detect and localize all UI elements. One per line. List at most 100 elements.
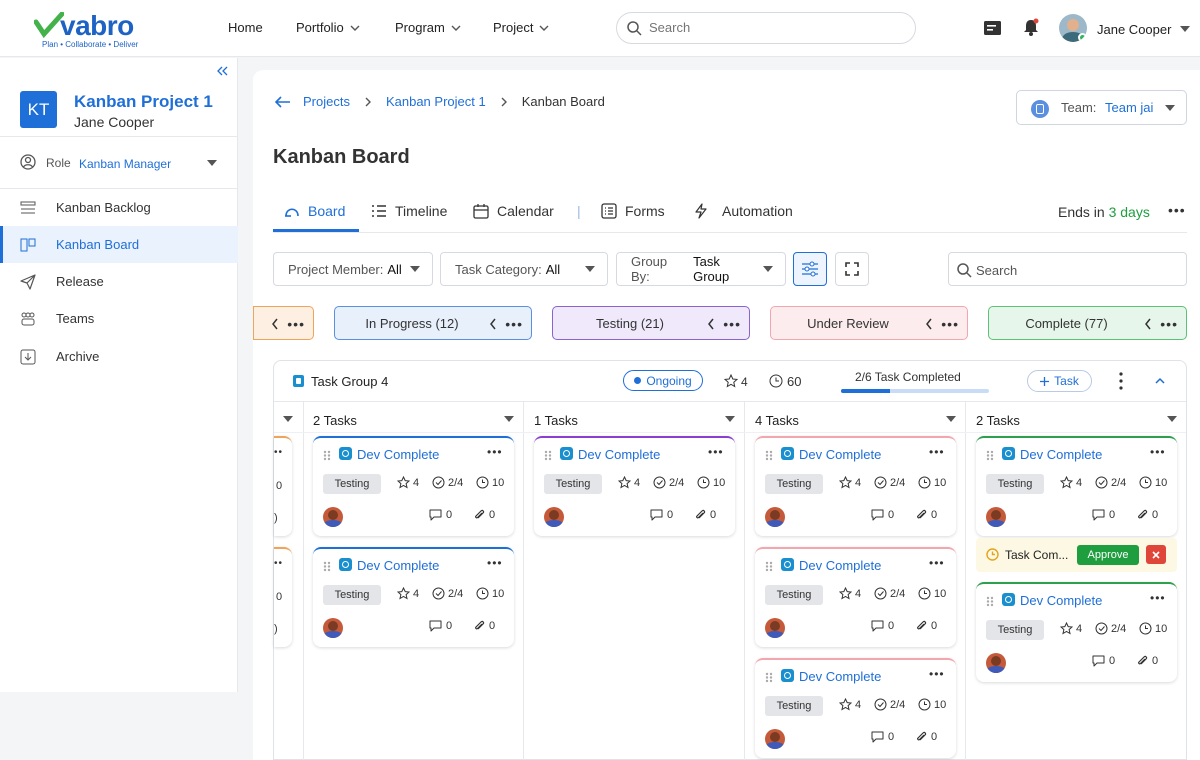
assignee-avatar[interactable] [986, 653, 1006, 673]
nav-program[interactable]: Program [395, 20, 461, 35]
vabro-logo[interactable]: vabro Plan • Collaborate • Deliver [34, 10, 169, 50]
more-options-icon[interactable]: ••• [929, 667, 945, 681]
caret-down-icon[interactable] [946, 416, 956, 422]
sidebar-item-release[interactable]: Release [0, 263, 238, 300]
task-title[interactable]: Dev Complete [1020, 593, 1102, 608]
task-card[interactable]: Dev Complete ••• Testing 4 2/4 10 0 0 [976, 436, 1177, 536]
task-title[interactable]: Dev Complete [578, 447, 660, 462]
status-badge[interactable]: Ongoing [623, 370, 703, 391]
approve-button[interactable]: Approve [1077, 545, 1139, 565]
assignee-avatar[interactable] [765, 729, 785, 749]
column-header-in-progress[interactable]: In Progress (12) ••• [334, 306, 532, 340]
task-comments[interactable]: 0 [871, 509, 894, 521]
drag-handle-icon[interactable] [765, 450, 773, 461]
back-arrow-icon[interactable] [275, 95, 291, 108]
task-card-partial[interactable]: •• 0 ) [274, 436, 292, 536]
add-task-button[interactable]: Task [1027, 370, 1092, 392]
task-title[interactable]: Dev Complete [357, 558, 439, 573]
task-comments[interactable]: 0 [1092, 509, 1115, 521]
breadcrumb-project[interactable]: Kanban Project 1 [386, 94, 486, 109]
more-options-icon[interactable]: ••• [1168, 202, 1186, 218]
more-options-icon[interactable]: •• [274, 558, 283, 569]
caret-down-icon[interactable] [1167, 416, 1177, 422]
tab-timeline[interactable]: Timeline [371, 203, 447, 219]
user-avatar[interactable] [1059, 14, 1087, 42]
task-card[interactable]: Dev Complete ••• Testing 4 2/4 10 0 0 [755, 547, 956, 647]
chevron-left-icon[interactable] [1144, 318, 1152, 330]
task-attachments[interactable]: 0 [473, 509, 495, 521]
chevron-left-icon[interactable] [925, 318, 933, 330]
tab-board[interactable]: Board [284, 203, 345, 219]
tab-calendar[interactable]: Calendar [473, 203, 554, 219]
column-header-complete[interactable]: Complete (77) ••• [988, 306, 1187, 340]
task-card-partial[interactable]: •• 0 ) [274, 547, 292, 647]
assignee-avatar[interactable] [323, 507, 343, 527]
caret-down-icon[interactable] [283, 416, 293, 422]
chevron-left-icon[interactable] [271, 318, 279, 330]
more-options-icon[interactable]: ••• [1160, 316, 1178, 332]
task-attachments[interactable]: 0 [694, 509, 716, 521]
task-title[interactable]: Dev Complete [799, 669, 881, 684]
tab-forms[interactable]: Forms [601, 203, 665, 219]
project-name[interactable]: Kanban Project 1 [74, 92, 213, 112]
task-comments[interactable]: 0 [650, 509, 673, 521]
task-attachments[interactable]: 0 [1136, 509, 1158, 521]
nav-portfolio[interactable]: Portfolio [296, 20, 360, 35]
collapse-sidebar-icon[interactable] [216, 66, 228, 76]
task-title[interactable]: Dev Complete [799, 447, 881, 462]
sidebar-item-kanban-backlog[interactable]: Kanban Backlog [0, 189, 238, 226]
nav-project[interactable]: Project [493, 20, 549, 35]
task-title[interactable]: Dev Complete [357, 447, 439, 462]
sidebar-item-kanban-board[interactable]: Kanban Board [0, 226, 238, 263]
sidebar-item-teams[interactable]: Teams [0, 300, 238, 337]
filter-settings-button[interactable] [793, 252, 827, 286]
drag-handle-icon[interactable] [323, 450, 331, 461]
more-options-icon[interactable]: ••• [1150, 591, 1166, 605]
column-header-testing[interactable]: Testing (21) ••• [552, 306, 750, 340]
drag-handle-icon[interactable] [765, 561, 773, 572]
assignee-avatar[interactable] [544, 507, 564, 527]
caret-down-icon[interactable] [504, 416, 514, 422]
caret-down-icon[interactable] [725, 416, 735, 422]
global-search[interactable] [616, 12, 916, 44]
more-options-icon[interactable]: ••• [929, 556, 945, 570]
task-comments[interactable]: 0 [871, 731, 894, 743]
task-attachments[interactable]: 0 [915, 509, 937, 521]
assignee-avatar[interactable] [323, 618, 343, 638]
filter-task-category[interactable]: Task Category: All [440, 252, 608, 286]
more-options-icon[interactable]: ••• [723, 316, 741, 332]
global-search-input[interactable] [649, 20, 889, 35]
task-card[interactable]: Dev Complete ••• Testing 4 2/4 10 0 0 [313, 436, 514, 536]
task-group-name[interactable]: Task Group 4 [311, 374, 388, 389]
drag-handle-icon[interactable] [986, 450, 994, 461]
tab-automation[interactable]: Automation [694, 203, 793, 219]
assignee-avatar[interactable] [765, 618, 785, 638]
task-attachments[interactable]: 0 [1136, 655, 1158, 667]
bell-icon[interactable] [1022, 18, 1040, 37]
drag-handle-icon[interactable] [986, 596, 994, 607]
more-options-icon[interactable]: ••• [287, 316, 305, 332]
more-options-icon[interactable]: ••• [1150, 445, 1166, 459]
more-options-icon[interactable]: ••• [505, 316, 523, 332]
inbox-icon[interactable] [983, 20, 1002, 36]
task-comments[interactable]: 0 [871, 620, 894, 632]
caret-down-icon[interactable] [1180, 26, 1190, 32]
reject-button[interactable] [1146, 545, 1166, 564]
task-attachments[interactable]: 0 [915, 731, 937, 743]
drag-handle-icon[interactable] [765, 672, 773, 683]
kebab-menu-icon[interactable] [1119, 372, 1123, 390]
more-options-icon[interactable]: ••• [708, 445, 724, 459]
more-options-icon[interactable]: ••• [929, 445, 945, 459]
task-comments[interactable]: 0 [1092, 655, 1115, 667]
more-options-icon[interactable]: •• [274, 447, 283, 458]
team-selector[interactable]: Team: Team jai [1016, 90, 1187, 125]
task-title[interactable]: Dev Complete [799, 558, 881, 573]
caret-down-icon[interactable] [207, 160, 217, 166]
task-title[interactable]: Dev Complete [1020, 447, 1102, 462]
sidebar-item-archive[interactable]: Archive [0, 338, 238, 375]
more-options-icon[interactable]: ••• [487, 445, 503, 459]
breadcrumb-projects[interactable]: Projects [303, 94, 350, 109]
board-search[interactable]: Search [948, 252, 1187, 286]
task-card[interactable]: Dev Complete ••• Testing 4 2/4 10 0 0 [534, 436, 735, 536]
chevron-left-icon[interactable] [489, 318, 497, 330]
